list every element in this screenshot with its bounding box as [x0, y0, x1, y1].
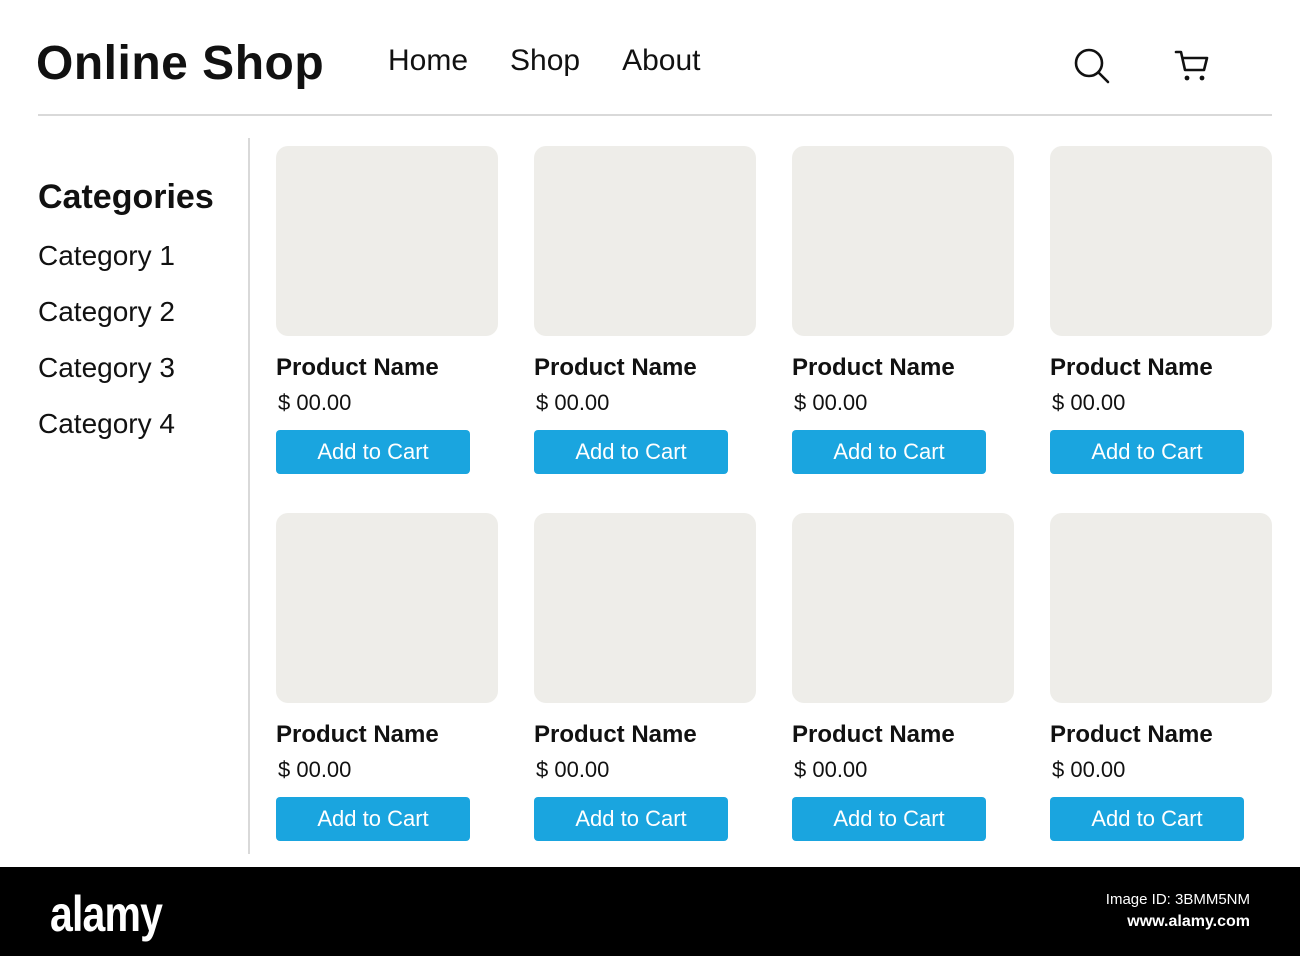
- product-price: $ 00.00: [278, 757, 352, 782]
- product-card: Product Name $ 00.00 Add to Cart: [276, 146, 498, 474]
- add-to-cart-button[interactable]: Add to Cart: [276, 430, 470, 474]
- product-price: $ 00.00: [1052, 390, 1126, 415]
- product-card: Product Name $ 00.00 Add to Cart: [534, 146, 756, 474]
- image-id-label: Image ID: 3BMM5NM: [1105, 891, 1250, 908]
- product-card: Product Name $ 00.00 Add to Cart: [1050, 146, 1272, 474]
- product-card: Product Name $ 00.00 Add to Cart: [1050, 513, 1272, 841]
- category-item-4[interactable]: Category 4: [38, 407, 258, 441]
- product-image-placeholder[interactable]: [276, 513, 498, 703]
- product-image-placeholder[interactable]: [792, 146, 1014, 336]
- product-image-placeholder[interactable]: [792, 513, 1014, 703]
- header-divider: [38, 114, 1272, 116]
- product-card: Product Name $ 00.00 Add to Cart: [792, 513, 1014, 841]
- category-item-2[interactable]: Category 2: [38, 295, 258, 329]
- main-nav: Home Shop About: [388, 44, 701, 78]
- add-to-cart-button[interactable]: Add to Cart: [1050, 430, 1244, 474]
- cart-icon[interactable]: [1172, 46, 1212, 86]
- product-price: $ 00.00: [794, 390, 868, 415]
- product-price: $ 00.00: [794, 757, 868, 782]
- alamy-logo: alamy: [50, 886, 163, 942]
- add-to-cart-button[interactable]: Add to Cart: [534, 430, 728, 474]
- category-item-3[interactable]: Category 3: [38, 351, 258, 385]
- add-to-cart-button[interactable]: Add to Cart: [792, 430, 986, 474]
- nav-shop[interactable]: Shop: [510, 44, 580, 78]
- category-item-1[interactable]: Category 1: [38, 239, 258, 273]
- add-to-cart-button[interactable]: Add to Cart: [1050, 797, 1244, 841]
- add-to-cart-button[interactable]: Add to Cart: [534, 797, 728, 841]
- site-title: Online Shop: [36, 37, 325, 90]
- product-image-placeholder[interactable]: [276, 146, 498, 336]
- product-image-placeholder[interactable]: [1050, 513, 1272, 703]
- product-card: Product Name $ 00.00 Add to Cart: [792, 146, 1014, 474]
- categories-heading: Categories: [38, 178, 214, 216]
- product-price: $ 00.00: [536, 757, 610, 782]
- product-price: $ 00.00: [278, 390, 352, 415]
- product-price: $ 00.00: [536, 390, 610, 415]
- product-image-placeholder[interactable]: [534, 146, 756, 336]
- product-name[interactable]: Product Name: [792, 721, 1014, 749]
- add-to-cart-button[interactable]: Add to Cart: [276, 797, 470, 841]
- search-icon[interactable]: [1072, 46, 1112, 86]
- product-name[interactable]: Product Name: [276, 721, 498, 749]
- product-name[interactable]: Product Name: [1050, 721, 1272, 749]
- nav-home[interactable]: Home: [388, 44, 468, 78]
- add-to-cart-button[interactable]: Add to Cart: [792, 797, 986, 841]
- product-image-placeholder[interactable]: [534, 513, 756, 703]
- product-image-placeholder[interactable]: [1050, 146, 1272, 336]
- source-url-label: www.alamy.com: [1127, 913, 1250, 930]
- product-name[interactable]: Product Name: [1050, 354, 1272, 382]
- category-sidebar: Categories Category 1 Category 2 Categor…: [38, 178, 258, 463]
- product-name[interactable]: Product Name: [534, 721, 756, 749]
- product-card: Product Name $ 00.00 Add to Cart: [276, 513, 498, 841]
- nav-about[interactable]: About: [622, 44, 700, 78]
- sidebar-divider: [248, 138, 250, 854]
- product-name[interactable]: Product Name: [276, 354, 498, 382]
- product-card: Product Name $ 00.00 Add to Cart: [534, 513, 756, 841]
- watermark-footer: alamy Image ID: 3BMM5NM www.alamy.com: [0, 867, 1300, 956]
- product-price: $ 00.00: [1052, 757, 1126, 782]
- product-name[interactable]: Product Name: [534, 354, 756, 382]
- product-name[interactable]: Product Name: [792, 354, 1014, 382]
